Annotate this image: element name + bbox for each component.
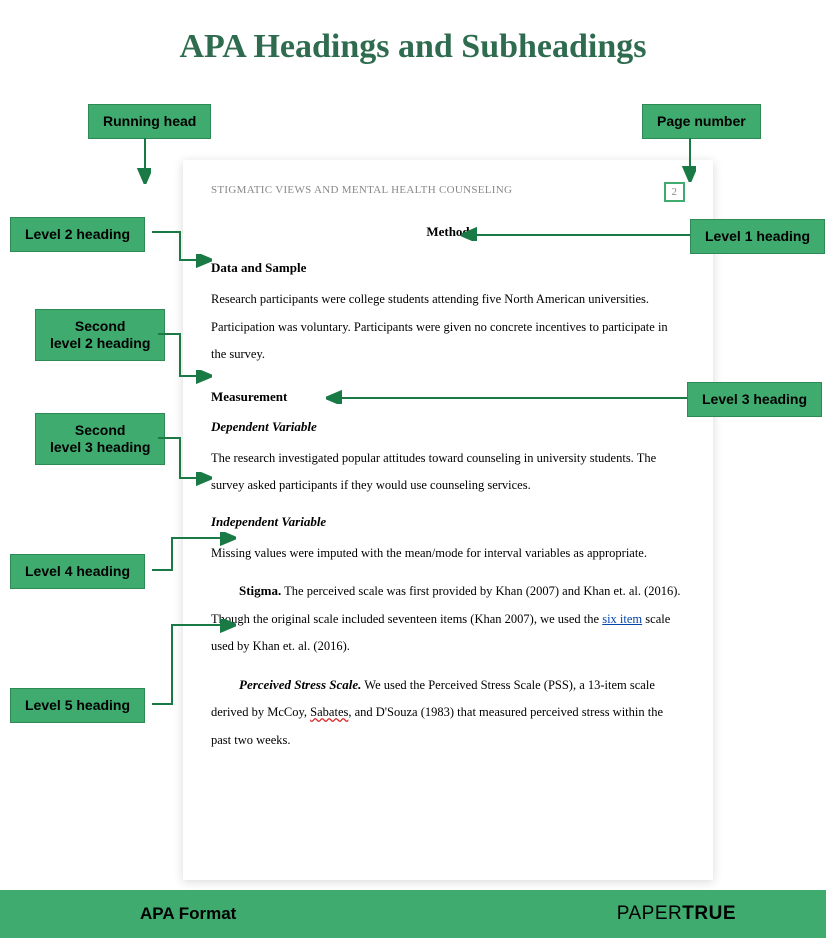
footer-bar: APA Format PAPERTRUE — [0, 890, 826, 938]
footer-label: APA Format — [140, 904, 236, 924]
connector-lines — [0, 0, 826, 900]
brand-logo: PAPERTRUE — [617, 903, 736, 925]
